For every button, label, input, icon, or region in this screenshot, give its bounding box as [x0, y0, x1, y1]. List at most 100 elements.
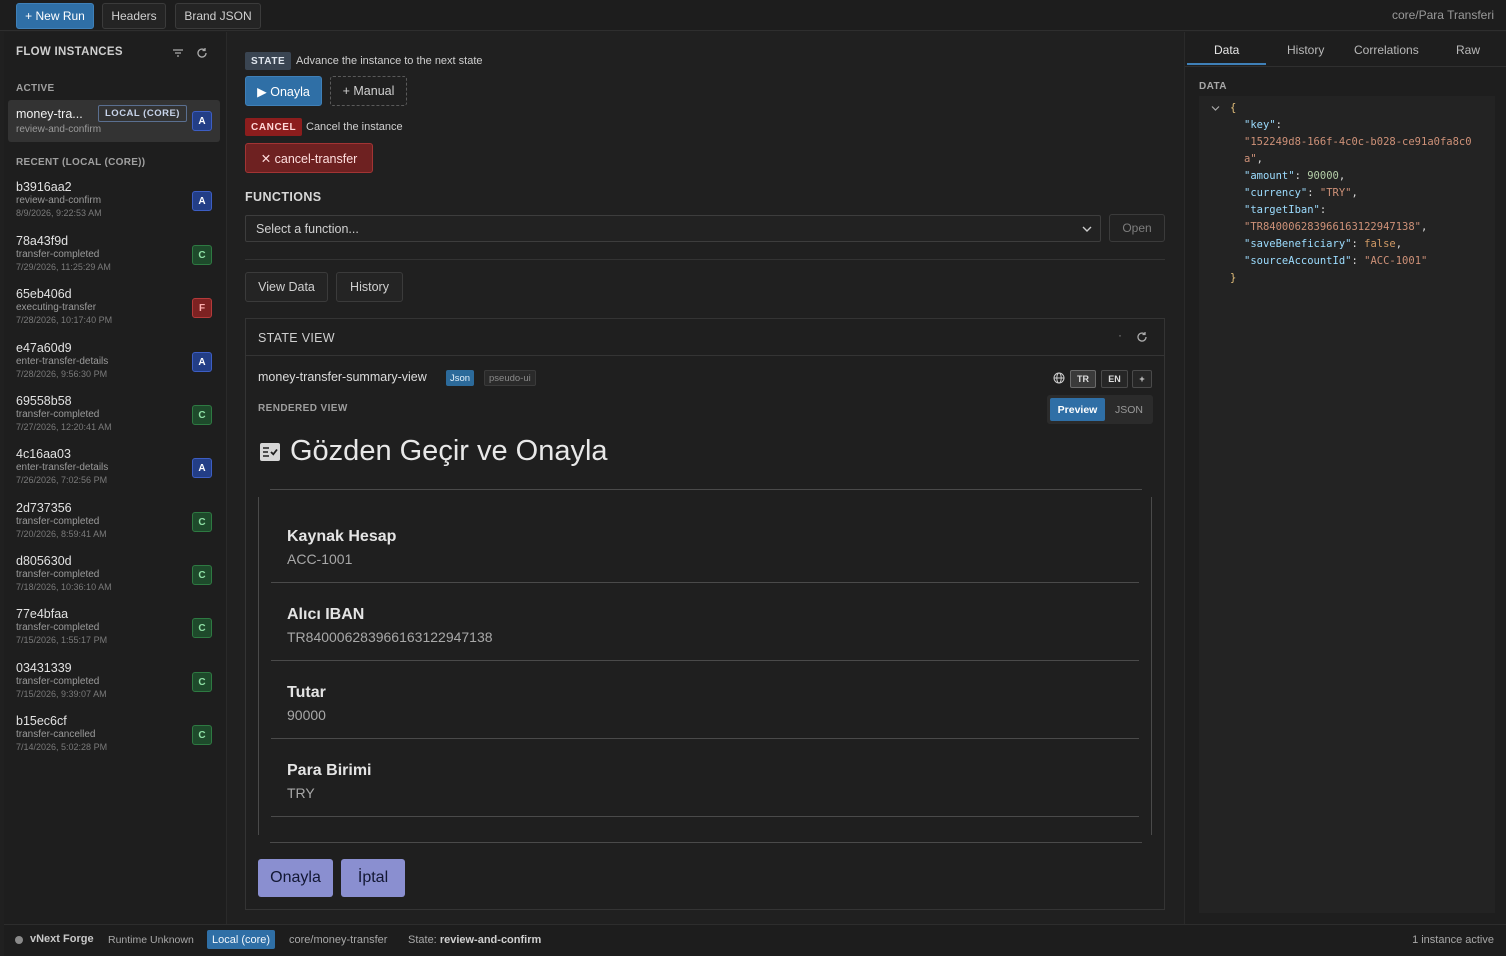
list-item[interactable]: 2d737356 transfer-completed 7/20/2026, 8:5… — [16, 501, 216, 551]
status-badge: C — [192, 405, 212, 425]
history-button[interactable]: History — [336, 272, 403, 302]
divider — [271, 816, 1139, 817]
onayla-transition-button[interactable]: ▶ Onayla — [245, 76, 322, 106]
divider — [270, 842, 1142, 843]
json-value-targetiban: "TR840006283966163122947138", — [1244, 221, 1428, 233]
lang-tr-button[interactable]: TR — [1070, 370, 1096, 388]
active-section-label: ACTIVE — [16, 83, 55, 94]
status-dot: · — [1118, 328, 1122, 342]
instance-state: transfer-completed — [16, 249, 100, 260]
divider — [271, 738, 1139, 739]
status-badge: A — [192, 352, 212, 372]
status-badge: C — [192, 672, 212, 692]
sidebar-title: FLOW INSTANCES — [16, 46, 123, 58]
instance-id: b15ec6cf — [16, 714, 67, 728]
json-line-targetiban: "targetIban": — [1244, 204, 1327, 216]
refresh-icon[interactable] — [1134, 329, 1150, 345]
instance-state: transfer-completed — [16, 622, 100, 633]
preview-tab[interactable]: Preview — [1050, 398, 1105, 421]
add-language-button[interactable]: + — [1132, 370, 1152, 388]
instance-id: 69558b58 — [16, 394, 72, 408]
function-select[interactable]: Select a function... — [245, 215, 1101, 242]
instance-state: transfer-completed — [16, 569, 100, 580]
json-line-currency: "currency": "TRY", — [1244, 187, 1358, 199]
divider — [271, 582, 1139, 583]
instance-state: executing-transfer — [16, 302, 97, 313]
instance-timestamp: 8/9/2026, 9:22:53 AM — [16, 208, 102, 218]
instance-timestamp: 7/26/2026, 7:02:56 PM — [16, 475, 108, 485]
instance-count: 1 instance active — [1412, 934, 1494, 946]
flow-path: core/money-transfer — [289, 934, 388, 946]
instance-state: enter-transfer-details — [16, 356, 109, 367]
refresh-icon[interactable] — [194, 45, 210, 61]
cancel-transfer-button[interactable]: ✕ cancel-transfer — [245, 143, 373, 173]
chevron-down-icon — [1082, 226, 1092, 232]
pseudo-ui-pill: pseudo-ui — [484, 370, 536, 386]
checklist-icon — [260, 443, 280, 464]
json-tab[interactable]: JSON — [1107, 398, 1151, 421]
filter-icon[interactable] — [170, 45, 186, 61]
instance-id: 03431339 — [16, 661, 72, 675]
json-value-key: "152249d8-166f-4c0c-b028-ce91a0fa8c0 — [1244, 136, 1472, 148]
open-function-button[interactable]: Open — [1109, 214, 1165, 242]
list-item[interactable]: 65eb406d executing-transfer 7/28/2026, 10:… — [16, 287, 216, 337]
list-item[interactable]: d805630d transfer-completed 7/18/2026, 10:… — [16, 554, 216, 604]
collapse-chevron-icon[interactable] — [1211, 101, 1220, 118]
main-panel: STATE Advance the instance to the next s… — [228, 32, 1183, 924]
list-item[interactable]: b3916aa2 review-and-confirm 8/9/2026, 9:22… — [16, 180, 216, 230]
field-value: TRY — [287, 785, 315, 801]
field-label: Kaynak Hesap — [287, 528, 397, 545]
status-badge: C — [192, 565, 212, 585]
active-instance-id: money-tra... — [16, 107, 83, 121]
cancel-view-button[interactable]: İptal — [341, 859, 405, 897]
tab-history[interactable]: History — [1287, 43, 1324, 57]
instance-timestamp: 7/27/2026, 12:20:41 AM — [16, 422, 112, 432]
json-line-savebeneficiary: "saveBeneficiary": false, — [1244, 238, 1403, 250]
tab-data[interactable]: Data — [1214, 43, 1239, 57]
new-run-button[interactable]: + New Run — [16, 3, 94, 29]
active-instance-card[interactable]: money-tra... LOCAL (CORE) review-and-con… — [8, 100, 220, 142]
instance-id: 77e4bfaa — [16, 607, 69, 621]
instance-timestamp: 7/18/2026, 10:36:10 AM — [16, 582, 112, 592]
lang-en-button[interactable]: EN — [1101, 370, 1128, 388]
data-section-label: DATA — [1199, 81, 1227, 92]
app-name: vNext Forge — [30, 933, 94, 945]
state-indicator: State: review-and-confirm — [408, 934, 542, 946]
list-item[interactable]: 03431339 transfer-completed 7/15/2026, 9:3… — [16, 661, 216, 711]
instance-id: d805630d — [16, 554, 72, 568]
instance-timestamp: 7/28/2026, 9:56:30 PM — [16, 369, 108, 379]
cancel-tag: CANCEL — [245, 118, 303, 136]
list-item[interactable]: b15ec6cf transfer-cancelled 7/14/2026, 5:0… — [16, 714, 216, 764]
json-brace-open: { — [1230, 102, 1237, 114]
view-name: money-transfer-summary-view — [258, 370, 427, 384]
divider — [271, 660, 1139, 661]
list-item[interactable]: 77e4bfaa transfer-completed 7/15/2026, 1:5… — [16, 607, 216, 657]
active-instance-state: review-and-confirm — [16, 124, 102, 135]
scope-badge: Local (core) — [207, 930, 276, 949]
tab-correlations[interactable]: Correlations — [1354, 43, 1419, 57]
status-bar: vNext Forge Runtime Unknown Local (core)… — [4, 924, 1506, 956]
field-value: ACC-1001 — [287, 551, 353, 567]
instance-state: review-and-confirm — [16, 195, 102, 206]
list-item[interactable]: 69558b58 transfer-completed 7/27/2026, 12:… — [16, 394, 216, 444]
view-data-button[interactable]: View Data — [245, 272, 328, 302]
list-item[interactable]: e47a60d9 enter-transfer-details 7/28/2026,… — [16, 341, 216, 391]
instance-id: 4c16aa03 — [16, 447, 71, 461]
manual-transition-button[interactable]: + Manual — [330, 76, 407, 106]
inspector-panel: Data History Correlations Raw DATA { "ke… — [1184, 32, 1506, 924]
list-item[interactable]: 78a43f9d transfer-completed 7/29/2026, 11:… — [16, 234, 216, 284]
json-viewer: { "key": "152249d8-166f-4c0c-b028-ce91a0… — [1199, 96, 1495, 913]
state-description: Advance the instance to the next state — [296, 55, 483, 67]
instance-state: transfer-completed — [16, 676, 100, 687]
tab-raw[interactable]: Raw — [1456, 43, 1480, 57]
approve-button[interactable]: Onayla — [258, 859, 333, 897]
instance-timestamp: 7/14/2026, 5:02:28 PM — [16, 742, 108, 752]
headers-button[interactable]: Headers — [102, 3, 166, 29]
state-view-panel: STATE VIEW · money-transfer-summary-view… — [245, 318, 1165, 910]
field-value: 90000 — [287, 707, 326, 723]
list-item[interactable]: 4c16aa03 enter-transfer-details 7/26/2026,… — [16, 447, 216, 497]
state-view-header: STATE VIEW · — [246, 319, 1164, 356]
function-select-value: Select a function... — [256, 221, 359, 236]
brand-json-button[interactable]: Brand JSON — [175, 3, 261, 29]
status-badge: A — [192, 111, 212, 131]
